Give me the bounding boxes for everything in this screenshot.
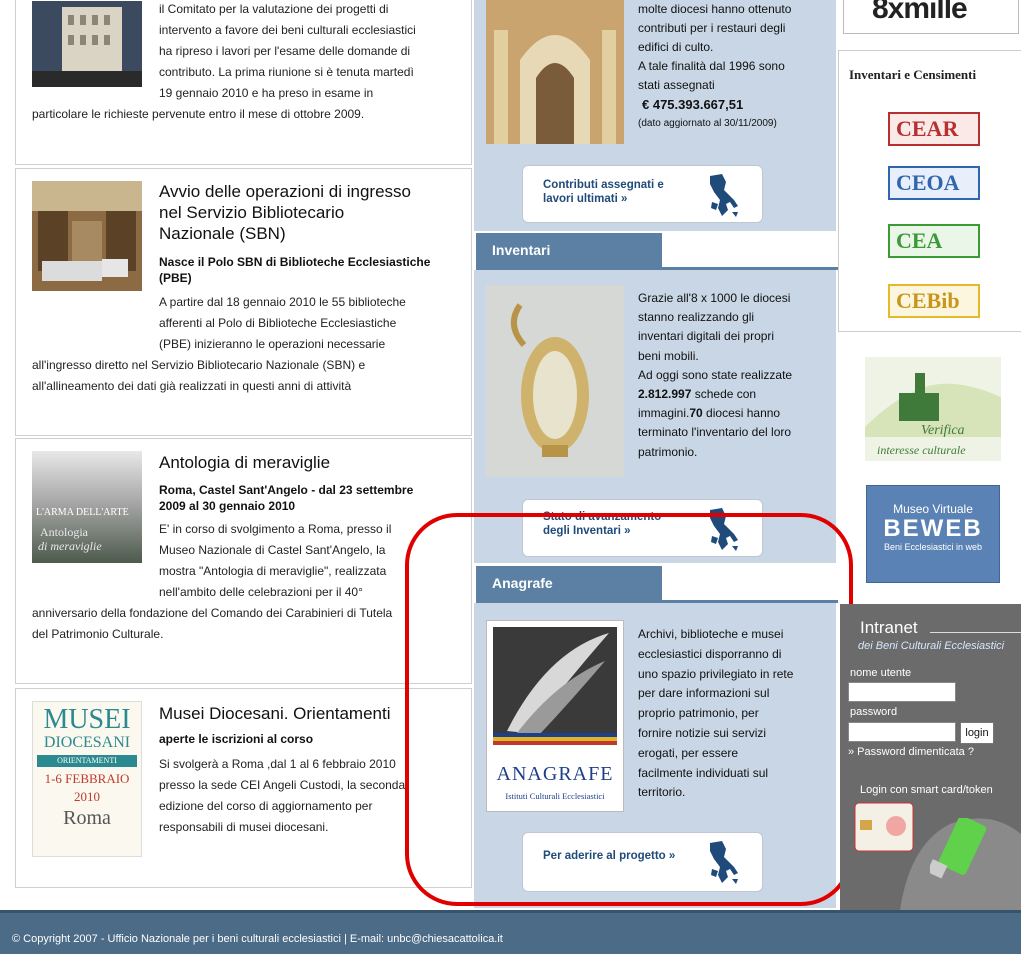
smart-card-login-link[interactable]: Login con smart card/token [860,784,993,796]
intranet-title: Intranet [860,618,918,637]
footer-bar [0,910,1021,954]
username-label: nome utente [850,667,912,679]
password-input[interactable] [848,722,956,742]
username-input[interactable] [848,682,956,702]
footer-top-line [0,910,1021,913]
news-subtitle: Roma, Castel Sant'Angelo - dal 23 settem… [159,483,414,513]
news-title[interactable]: Avvio delle operazioni di ingresso nel Se… [159,181,459,244]
contributi-button[interactable]: Contributi assegnati e lavori ultimati » [522,165,763,223]
login-button[interactable]: login [960,722,994,744]
news-body: il Comitato per la valutazione dei proge… [32,2,416,121]
intranet-subtitle: dei Beni Culturali Ecclesiastici [858,640,1005,652]
verifica-interesse-banner[interactable]: Verifica interesse culturale [865,357,1001,461]
news-title[interactable]: Antologia di meraviglie [159,452,459,473]
intranet-login-panel: Intranet dei Beni Culturali Ecclesiastic… [840,604,1021,910]
tab-inventari[interactable]: Inventari [476,233,662,268]
news-body: E' in corso di svolgimento a Roma, press… [32,522,393,641]
beweb-banner[interactable]: Museo Virtuale BEWEB Beni Ecclesiastici … [866,485,1000,583]
church-interior-image[interactable] [486,0,624,144]
vase-image[interactable] [486,285,624,477]
password-label: password [850,706,898,718]
otto-per-mille-banner[interactable]: 8xmille [843,0,1019,34]
news-body: Si svolgerà a Roma ,dal 1 al 6 febbraio … [159,757,406,834]
news-item-comitato: il Comitato per la valutazione dei proge… [15,0,472,165]
usb-token-icon[interactable] [930,818,990,888]
news-subtitle: Nasce il Polo SBN di Biblioteche Ecclesi… [159,255,431,285]
ceoa-badge[interactable]: CEOA [888,166,980,200]
italy-map-icon [710,174,738,217]
news-item-sbn: Avvio delle operazioni di ingresso nel Se… [15,168,472,436]
news-body: A partire dal 18 gennaio 2010 le 55 bibl… [32,295,406,393]
title-rule [930,632,1021,633]
forgot-password-link[interactable]: » Password dimenticata ? [848,746,974,758]
smart-card-icon[interactable] [854,802,914,852]
update-note: (dato aggiornato al 30/11/2009) [638,118,777,129]
highlight-annotation [405,513,853,906]
news-item-musei: MUSEI DIOCESANI ORIENTAMENTI 1-6 FEBBRAI… [15,688,472,888]
news-item-antologia: L'ARMA DELL'ARTE Antologia di meraviglie… [15,438,472,684]
amount-value: € 475.393.667,51 [642,97,744,112]
library-thumbnail[interactable] [32,181,142,291]
cebib-badge[interactable]: CEBib [888,284,980,318]
contributi-text: molte diocesi hanno ottenuto contributi … [638,0,791,133]
footer-copyright: © Copyright 2007 - Ufficio Nazionale per… [12,933,503,945]
cea-badge[interactable]: CEA [888,224,980,258]
cear-badge[interactable]: CEAR [888,112,980,146]
inventari-text: Grazie all'8 x 1000 le diocesi stanno re… [638,291,793,459]
box-title: Inventari e Censimenti [849,67,977,82]
